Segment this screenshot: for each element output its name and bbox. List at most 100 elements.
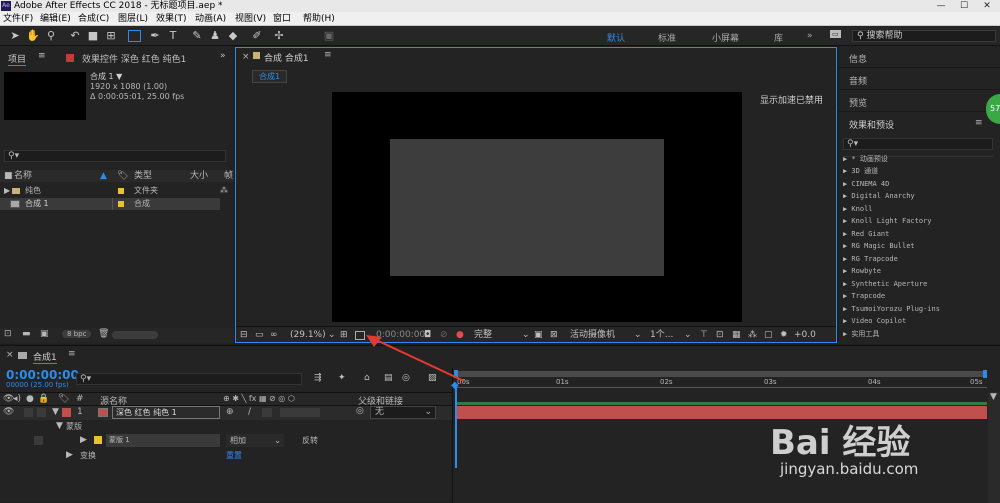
quality-icon[interactable]: / xyxy=(248,407,251,417)
menu-composition[interactable]: 合成(C) xyxy=(78,13,109,25)
effect-controls-tab[interactable]: 效果控件 深色 红色 纯色1 xyxy=(82,52,186,65)
hand-tool-icon[interactable]: ✋ xyxy=(26,29,40,43)
timecode-current[interactable]: 0:00:00:00 xyxy=(6,368,79,382)
label-icon[interactable]: 🏷 xyxy=(58,394,69,404)
camera-dropdown[interactable]: 活动摄像机 xyxy=(570,329,615,341)
switches-icon[interactable]: ⊕ ✱ ╲ fx ▦ ⊘ ◎ ⬡ xyxy=(223,394,295,403)
comp-mini-flowchart-icon[interactable]: ⇶ xyxy=(314,372,322,384)
playhead[interactable] xyxy=(455,384,457,468)
panel-menu-icon[interactable]: ≡ xyxy=(324,50,332,60)
search-help-input[interactable]: ⚲ 搜索帮助 xyxy=(852,30,996,42)
mask-mode-dropdown[interactable]: 相加 ⌄ xyxy=(226,434,284,447)
table-row[interactable]: 👁 ▼ 1 深色 红色 纯色 1 ⊕ / ◎ 无 ⌄ xyxy=(0,406,452,420)
menu-help[interactable]: 帮助(H) xyxy=(303,13,335,25)
pen-tool-icon[interactable]: ✒ xyxy=(148,29,162,43)
effect-category[interactable]: ▶ Trapcode xyxy=(843,290,885,302)
effect-category[interactable]: ▶ 实用工具 xyxy=(843,328,879,340)
safe-margins-icon[interactable]: ⊞ xyxy=(340,329,348,341)
col-name[interactable]: 名称 xyxy=(14,170,32,182)
mask-visibility-icon[interactable]: ∞ xyxy=(270,329,278,341)
mask-row[interactable]: ▶ 蒙版 1 相加 ⌄ 反转 xyxy=(0,434,452,448)
close-icon[interactable]: ✕ xyxy=(976,0,998,12)
chevron-down-icon[interactable]: ⌄ xyxy=(522,329,530,341)
grid-icon[interactable]: ⊠ xyxy=(550,329,558,341)
clone-stamp-tool-icon[interactable]: ♟ xyxy=(208,29,222,43)
panel-overflow-icon[interactable]: » xyxy=(220,51,226,61)
draft3d-icon[interactable]: ✦ xyxy=(338,372,346,384)
composition-tab[interactable]: 合成 合成1 xyxy=(264,51,309,64)
menu-edit[interactable]: 编辑(E) xyxy=(40,13,71,25)
switch-toggle[interactable] xyxy=(262,408,272,417)
views-dropdown[interactable]: 1个... xyxy=(650,329,673,341)
close-tab-icon[interactable]: × xyxy=(6,350,14,360)
fullscreen-icon[interactable]: ▢ xyxy=(764,329,773,341)
project-tab[interactable]: 项目 xyxy=(8,52,27,66)
effect-category[interactable]: ▶ 3D 通道 xyxy=(843,165,878,177)
effect-category[interactable]: ▶ Knoll Light Factory xyxy=(843,215,932,227)
workspace-more-icon[interactable]: » xyxy=(807,31,813,41)
work-area-end-handle[interactable] xyxy=(983,370,987,378)
menu-view[interactable]: 视图(V) xyxy=(235,13,266,25)
menu-file[interactable]: 文件(F) xyxy=(3,13,33,25)
brush-tool-icon[interactable]: ✎ xyxy=(190,29,204,43)
zoom-dropdown[interactable]: (29.1%) xyxy=(290,329,326,341)
transform-row[interactable]: ▶ 变换 重置 xyxy=(0,449,452,463)
switch-toggle[interactable] xyxy=(280,408,320,417)
delete-icon[interactable]: 🗑 xyxy=(98,329,109,339)
exposure-value[interactable]: +0.0 xyxy=(794,329,816,341)
effect-category[interactable]: ▶ CINEMA 4D xyxy=(843,178,889,190)
close-tab-icon[interactable]: × xyxy=(242,52,250,62)
layer-label-color[interactable] xyxy=(62,408,71,417)
sort-arrow-icon[interactable]: ▲ xyxy=(100,170,107,182)
col-size[interactable]: 大小 xyxy=(190,170,208,182)
workspace-standard[interactable]: 标准 xyxy=(658,31,676,44)
effect-category[interactable]: ▶ Knoll xyxy=(843,203,873,215)
bpc-button[interactable]: 8 bpc xyxy=(62,330,92,338)
eraser-tool-icon[interactable]: ◆ xyxy=(226,29,240,43)
monitor-icon[interactable]: ▭ xyxy=(255,329,264,341)
menu-window[interactable]: 窗口 xyxy=(273,13,291,25)
flowchart-icon[interactable]: ⁂ xyxy=(220,185,228,197)
effect-category[interactable]: ▶ RG Trapcode xyxy=(843,253,898,265)
interpret-footage-icon[interactable]: ⊡ xyxy=(4,329,12,339)
shy-icon[interactable]: ⊕ xyxy=(226,407,234,417)
solo-toggle[interactable] xyxy=(34,436,43,445)
rotate-tool-icon[interactable]: ↶ xyxy=(68,29,82,43)
chat-icon[interactable]: ▭ xyxy=(830,30,841,38)
effect-category[interactable]: ▶ Digital Anarchy xyxy=(843,190,915,202)
new-composition-icon[interactable]: ▣ xyxy=(40,329,49,339)
lock-icon[interactable]: 🔒 xyxy=(38,394,49,404)
expand-icon[interactable]: ▶ xyxy=(66,450,73,460)
camera-tool-icon[interactable]: ■ xyxy=(86,29,100,43)
fast-preview-icon[interactable]: ▣ xyxy=(534,329,543,341)
comp-subtab[interactable]: 合成1 xyxy=(252,70,288,83)
lock-toggle[interactable] xyxy=(37,408,46,417)
workspace-library[interactable]: 库 xyxy=(774,31,783,44)
audio-panel-tab[interactable]: 音频 xyxy=(849,74,867,87)
snapping-icon[interactable]: ▣ xyxy=(322,29,336,43)
layer-search-input[interactable]: ⚲▾ xyxy=(76,373,302,385)
effect-category[interactable]: ▶ Red Giant xyxy=(843,228,889,240)
work-area-bar[interactable] xyxy=(454,370,987,378)
workspace-default[interactable]: 默认 xyxy=(607,31,625,44)
comp-viewer[interactable] xyxy=(332,92,742,322)
panel-menu-icon[interactable]: ≡ xyxy=(975,118,983,128)
region-icon[interactable]: ⊟ xyxy=(240,329,248,341)
puppet-tool-icon[interactable]: ✢ xyxy=(272,29,286,43)
effect-category[interactable]: ▶ Video Copilot xyxy=(843,315,906,327)
invert-checkbox[interactable]: 反转 xyxy=(302,435,318,446)
menu-effect[interactable]: 效果(T) xyxy=(156,13,187,25)
sort-icon[interactable]: ■ xyxy=(4,170,13,182)
roto-brush-tool-icon[interactable]: ✐ xyxy=(250,29,264,43)
mask-name[interactable]: 蒙版 1 xyxy=(106,434,220,447)
collapse-icon[interactable]: ▼ xyxy=(52,407,59,417)
layer-name[interactable]: 深色 红色 纯色 1 xyxy=(112,406,220,419)
chevron-down-icon[interactable]: ⌄ xyxy=(634,329,642,341)
eye-icon[interactable]: 👁 xyxy=(3,407,14,417)
selection-tool-icon[interactable]: ➤ xyxy=(8,29,22,43)
zoom-tool-icon[interactable]: ⚲ xyxy=(44,29,58,43)
pan-behind-tool-icon[interactable]: ⊞ xyxy=(104,29,118,43)
minimize-icon[interactable]: — xyxy=(930,0,952,12)
project-scroll[interactable] xyxy=(112,331,158,339)
effect-category[interactable]: ▶ Rowbyte xyxy=(843,265,881,277)
